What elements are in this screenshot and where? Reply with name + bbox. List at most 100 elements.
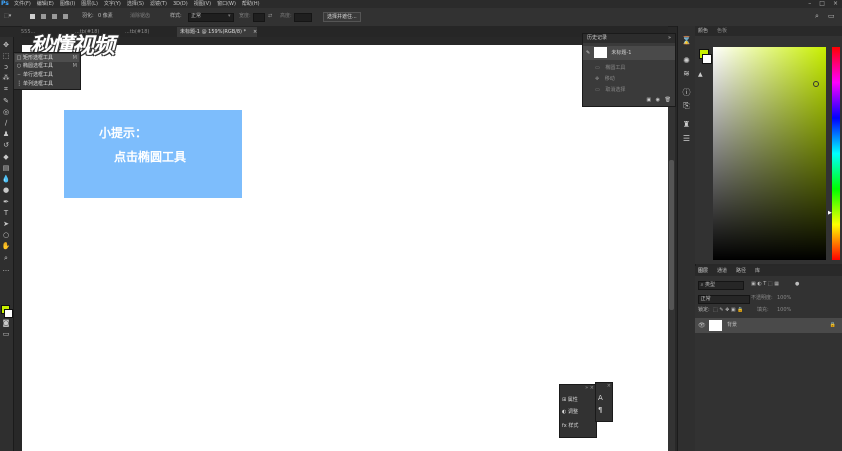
hand-tool-icon[interactable]: ✋: [1, 242, 11, 251]
screen-mode-icon[interactable]: ▭: [1, 330, 11, 339]
adjust-panel-icon[interactable]: ☰: [681, 134, 692, 144]
menu-filter[interactable]: 滤镜(T): [150, 0, 167, 8]
ellipse-marquee-item[interactable]: ○ 椭圆选框工具 M: [15, 62, 79, 70]
new-document-from-state-icon[interactable]: ▣: [646, 97, 651, 103]
clone-source-icon[interactable]: ⎘: [681, 101, 692, 111]
tab-layers[interactable]: 图层: [698, 266, 708, 276]
path-selection-icon[interactable]: ➤: [1, 220, 11, 229]
healing-brush-icon[interactable]: ◎: [1, 108, 11, 117]
gamut-warning-icon[interactable]: ▲: [698, 71, 703, 78]
actions-panel-icon[interactable]: ♜: [681, 120, 692, 130]
mini-panel-close-icon[interactable]: ×: [607, 383, 611, 389]
history-snapshot[interactable]: ✎ 未标题-1: [583, 46, 675, 60]
layer-filter-toggle[interactable]: ●: [795, 280, 799, 289]
single-row-marquee-item[interactable]: ┄ 单行选框工具: [15, 71, 79, 79]
menu-select[interactable]: 选择(S): [127, 0, 144, 8]
menu-file[interactable]: 文件(F): [14, 0, 31, 8]
eyedropper-icon[interactable]: ✎: [1, 97, 11, 106]
layer-kind-select[interactable]: ⌕ 类型: [698, 281, 744, 290]
workspace-icon[interactable]: ▭: [828, 12, 835, 21]
magic-wand-icon[interactable]: ⁂: [1, 74, 11, 83]
gradient-tool-icon[interactable]: ▤: [1, 164, 11, 173]
color-background-swatch[interactable]: [702, 54, 712, 64]
color-field[interactable]: [713, 47, 826, 260]
width-input[interactable]: [253, 13, 265, 22]
hue-slider-marker[interactable]: ▶: [828, 210, 832, 216]
blur-tool-icon[interactable]: 💧: [1, 175, 11, 184]
move-tool-icon[interactable]: ✥: [1, 41, 11, 50]
layer-name[interactable]: 背景: [727, 321, 737, 330]
antialias-checkbox[interactable]: 消除锯齿: [130, 12, 150, 21]
layer-lock-icon[interactable]: 🔒: [830, 321, 836, 330]
swap-icon[interactable]: ⇄: [268, 12, 272, 21]
brush-presets-icon[interactable]: ≋: [681, 69, 692, 79]
stamp-tool-icon[interactable]: ♟: [1, 130, 11, 139]
marquee-preset-icon[interactable]: ⬚▾: [4, 12, 11, 21]
menu-window[interactable]: 窗口(W): [217, 0, 236, 8]
tab-libraries[interactable]: 库: [755, 266, 760, 276]
height-input[interactable]: [294, 13, 312, 22]
lock-icons[interactable]: ⬚ ✎ ✥ ▣ 🔒: [713, 306, 743, 315]
history-panel-title[interactable]: 历史记录: [587, 35, 607, 41]
menu-help[interactable]: 帮助(H): [242, 0, 260, 8]
paragraph-panel-icon[interactable]: ¶: [598, 405, 602, 415]
fill-value[interactable]: 100%: [777, 306, 791, 315]
tab-paths[interactable]: 路径: [736, 266, 746, 276]
visibility-eye-icon[interactable]: 👁: [698, 321, 706, 330]
styles-item[interactable]: fx 样式: [562, 421, 578, 431]
opacity-value[interactable]: 100%: [777, 294, 791, 303]
crop-tool-icon[interactable]: ⌗: [1, 85, 11, 94]
type-tool-icon[interactable]: T: [1, 209, 11, 218]
dodge-tool-icon[interactable]: ●: [1, 186, 11, 195]
shape-tool-icon[interactable]: ○: [1, 231, 11, 240]
marquee-tool-icon[interactable]: ⬚: [1, 52, 11, 61]
menu-edit[interactable]: 编辑(E): [37, 0, 54, 8]
eraser-tool-icon[interactable]: ◆: [1, 153, 11, 162]
background-color-swatch[interactable]: [4, 309, 13, 318]
layer-row-background[interactable]: 👁 背景 🔒: [695, 318, 842, 333]
lasso-tool-icon[interactable]: ↄ: [1, 63, 11, 72]
mini-panel-collapse-icon[interactable]: » ×: [585, 385, 594, 391]
hue-slider[interactable]: [832, 47, 840, 260]
select-and-mask-button[interactable]: 选择并遮住...: [323, 12, 361, 22]
tab-color[interactable]: 颜色: [698, 26, 708, 36]
new-snapshot-icon[interactable]: ◉: [656, 97, 660, 103]
pen-tool-icon[interactable]: ✒: [1, 198, 11, 207]
subtract-selection-icon[interactable]: [52, 14, 57, 19]
blend-mode-select[interactable]: 正常: [698, 295, 750, 304]
zoom-tool-icon[interactable]: ⌕: [1, 254, 11, 263]
info-panel-icon[interactable]: ⓘ: [681, 88, 692, 98]
close-tab-icon[interactable]: ×: [250, 27, 260, 37]
tab-channels[interactable]: 通道: [717, 266, 727, 276]
document-tab-active[interactable]: 未标题-1 @ 159%(RGB/8) *: [177, 27, 257, 37]
history-panel-icon[interactable]: ⌛: [681, 36, 692, 46]
menu-image[interactable]: 图像(I): [60, 0, 75, 8]
intersect-selection-icon[interactable]: [63, 14, 68, 19]
menu-type[interactable]: 文字(Y): [104, 0, 121, 8]
history-state[interactable]: ✥ 移动: [583, 74, 675, 85]
quick-mask-icon[interactable]: ◙: [1, 319, 11, 328]
menu-layer[interactable]: 图层(L): [81, 0, 98, 8]
single-col-marquee-item[interactable]: ┆ 单列选框工具: [15, 80, 79, 88]
delete-state-icon[interactable]: 🗑: [665, 97, 671, 103]
history-brush-icon[interactable]: ↺: [1, 141, 11, 150]
minimize-button[interactable]: –: [808, 0, 811, 8]
close-button[interactable]: ×: [833, 0, 838, 8]
color-picker-cursor[interactable]: [813, 81, 819, 87]
feather-value[interactable]: 0 像素: [98, 12, 113, 21]
search-icon[interactable]: ⌕: [815, 12, 819, 21]
brush-tool-icon[interactable]: ∕: [1, 119, 11, 128]
menu-view[interactable]: 视图(V): [194, 0, 211, 8]
more-tools-icon[interactable]: ···: [1, 267, 11, 276]
menu-3d[interactable]: 3D(D): [173, 0, 188, 8]
scrollbar-thumb[interactable]: [669, 160, 674, 310]
history-state[interactable]: ▭ 椭圆工具: [583, 63, 675, 74]
brush-settings-icon[interactable]: ✺: [681, 56, 692, 66]
rect-marquee-item[interactable]: □ 矩形选框工具 M: [15, 54, 79, 62]
properties-item[interactable]: ⊞ 属性: [562, 395, 578, 405]
document-tab[interactable]: ...tb(#18): [122, 27, 152, 37]
add-selection-icon[interactable]: [41, 14, 46, 19]
layer-filter-icons[interactable]: ▣ ◐ T ⬚ ▦: [751, 280, 779, 289]
panel-collapse-icon[interactable]: »: [668, 34, 671, 43]
character-panel-icon[interactable]: A: [598, 393, 603, 403]
